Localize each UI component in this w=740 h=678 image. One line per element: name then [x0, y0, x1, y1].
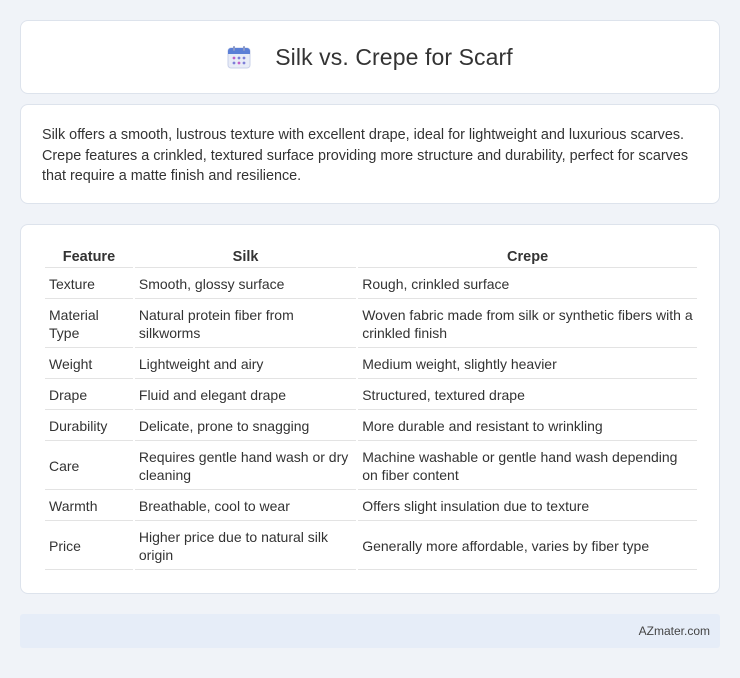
feature-cell: Price	[45, 523, 133, 570]
crepe-cell: Structured, textured drape	[358, 381, 697, 410]
crepe-cell: Woven fabric made from silk or synthetic…	[358, 301, 697, 348]
crepe-cell: More durable and resistant to wrinkling	[358, 412, 697, 441]
feature-cell: Warmth	[45, 492, 133, 521]
table-row: Texture Smooth, glossy surface Rough, cr…	[45, 270, 697, 299]
table-row: Warmth Breathable, cool to wear Offers s…	[45, 492, 697, 521]
silk-cell: Fluid and elegant drape	[134, 381, 357, 410]
comparison-table-card: Feature Silk Crepe Texture Smooth, gloss…	[20, 224, 720, 594]
silk-cell: Lightweight and airy	[134, 350, 357, 379]
footer: AZmater.com	[20, 614, 720, 648]
comparison-table: Feature Silk Crepe Texture Smooth, gloss…	[43, 245, 699, 572]
feature-cell: Drape	[45, 381, 133, 410]
table-row: Price Higher price due to natural silk o…	[45, 523, 697, 570]
silk-cell: Smooth, glossy surface	[134, 270, 357, 299]
crepe-cell: Machine washable or gentle hand wash dep…	[358, 443, 697, 490]
silk-cell: Natural protein fiber from silkworms	[134, 301, 357, 348]
table-row: Material Type Natural protein fiber from…	[45, 301, 697, 348]
crepe-cell: Generally more affordable, varies by fib…	[358, 523, 697, 570]
header-silk: Silk	[134, 247, 357, 268]
crepe-cell: Medium weight, slightly heavier	[358, 350, 697, 379]
silk-cell: Breathable, cool to wear	[134, 492, 357, 521]
table-row: Care Requires gentle hand wash or dry cl…	[45, 443, 697, 490]
header-crepe: Crepe	[358, 247, 697, 268]
feature-cell: Durability	[45, 412, 133, 441]
crepe-cell: Offers slight insulation due to texture	[358, 492, 697, 521]
intro-text: Silk offers a smooth, lustrous texture w…	[42, 127, 689, 184]
silk-cell: Higher price due to natural silk origin	[134, 523, 357, 570]
footer-site-link[interactable]: AZmater.com	[639, 624, 710, 638]
table-row: Drape Fluid and elegant drape Structured…	[45, 381, 697, 410]
feature-cell: Texture	[45, 270, 133, 299]
page-title: Silk vs. Crepe for Scarf	[275, 43, 513, 70]
table-header-row: Feature Silk Crepe	[45, 247, 697, 268]
crepe-cell: Rough, crinkled surface	[358, 270, 697, 299]
silk-cell: Delicate, prone to snagging	[134, 412, 357, 441]
feature-cell: Weight	[45, 350, 133, 379]
title-card: Silk vs. Crepe for Scarf	[20, 20, 720, 94]
table-row: Durability Delicate, prone to snagging M…	[45, 412, 697, 441]
calendar-icon	[227, 45, 251, 69]
header-feature: Feature	[45, 247, 133, 268]
feature-cell: Care	[45, 443, 133, 490]
feature-cell: Material Type	[45, 301, 133, 348]
intro-card: Silk offers a smooth, lustrous texture w…	[20, 104, 720, 204]
table-row: Weight Lightweight and airy Medium weigh…	[45, 350, 697, 379]
silk-cell: Requires gentle hand wash or dry cleanin…	[134, 443, 357, 490]
